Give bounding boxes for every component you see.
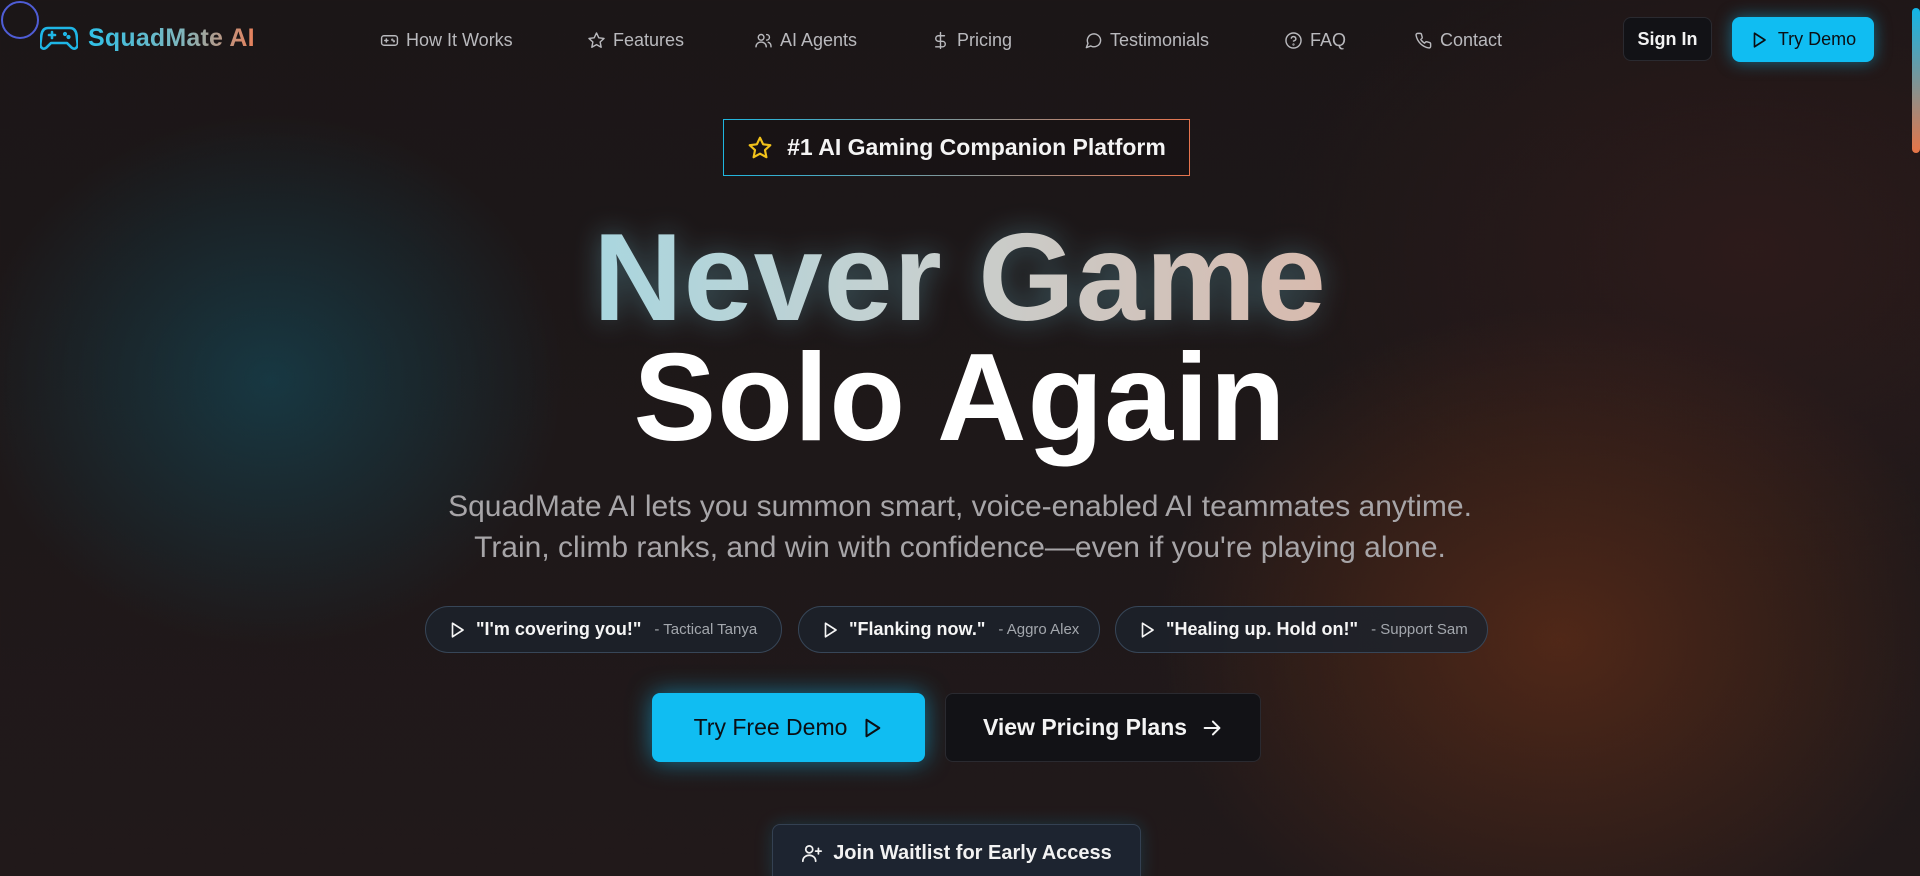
quote-author: - Aggro Alex — [998, 621, 1080, 638]
nav-link-faq[interactable]: FAQ — [1284, 30, 1346, 51]
hero-headline-line2: Solo Again — [633, 329, 1287, 467]
play-icon — [451, 621, 464, 638]
play-icon — [1753, 31, 1766, 48]
hero-subtitle-line2: Train, climb ranks, and win with confide… — [474, 531, 1446, 564]
try-free-demo-button[interactable]: Try Free Demo — [652, 693, 925, 762]
arrow-right-icon — [1203, 720, 1221, 735]
scrollbar-thumb[interactable] — [1912, 8, 1920, 153]
view-pricing-plans-label: View Pricing Plans — [982, 714, 1188, 740]
play-icon — [1141, 621, 1154, 638]
nav-link-pricing[interactable]: Pricing — [931, 30, 1012, 51]
nav-link-label: Features — [613, 29, 685, 50]
voice-quote-aggro-alex[interactable]: "Flanking now." - Aggro Alex — [798, 606, 1100, 653]
help-circle-icon — [1285, 31, 1302, 49]
join-waitlist-label: Join Waitlist for Early Access — [833, 842, 1112, 864]
nav-link-contact[interactable]: Contact — [1414, 30, 1502, 51]
star-icon — [748, 136, 772, 158]
quote-text: "Flanking now." — [849, 619, 986, 639]
voice-quote-support-sam[interactable]: "Healing up. Hold on!" - Support Sam — [1115, 606, 1488, 653]
dollar-icon — [935, 31, 946, 49]
nav-links: How It Works Features AI Agents Pricing … — [380, 27, 1510, 53]
brand-name: SquadMate AI — [88, 23, 255, 52]
quote-author: - Support Sam — [1371, 621, 1468, 638]
quote-text: "I'm covering you!" — [476, 619, 642, 639]
gamepad-logo-icon — [40, 20, 78, 56]
nav-link-label: FAQ — [1310, 29, 1347, 50]
quote-text: "Healing up. Hold on!" — [1166, 619, 1359, 639]
voice-quote-list: "I'm covering you!" - Tactical Tanya "Fl… — [425, 606, 1495, 653]
play-icon — [824, 621, 837, 638]
sign-in-button[interactable]: Sign In — [1623, 17, 1712, 61]
nav-link-label: Contact — [1440, 29, 1503, 50]
phone-icon — [1415, 32, 1432, 49]
voice-quote-tactical-tanya[interactable]: "I'm covering you!" - Tactical Tanya — [425, 606, 782, 653]
nav-link-label: AI Agents — [780, 29, 858, 50]
nav-link-label: How It Works — [406, 29, 513, 50]
top-navbar: SquadMate AI How It Works Features AI Ag… — [0, 0, 1920, 78]
cursor-indicator — [1, 1, 39, 39]
nav-link-label: Pricing — [957, 29, 1013, 50]
nav-link-how-it-works[interactable]: How It Works — [380, 30, 513, 51]
users-icon — [755, 33, 772, 48]
hero-badge-text: #1 AI Gaming Companion Platform — [787, 134, 1166, 160]
hero-badge: #1 AI Gaming Companion Platform — [723, 119, 1190, 176]
view-pricing-plans-button[interactable]: View Pricing Plans — [945, 693, 1261, 762]
join-waitlist-button[interactable]: Join Waitlist for Early Access — [772, 824, 1141, 876]
hero-subtitle: SquadMate AI lets you summon smart, voic… — [0, 486, 1920, 568]
gamepad-icon — [380, 34, 399, 46]
nav-link-label: Testimonials — [1110, 29, 1210, 50]
brand-logo[interactable]: SquadMate AI — [40, 20, 255, 56]
play-icon — [865, 718, 881, 737]
quote-author: - Tactical Tanya — [654, 621, 758, 638]
hero-subtitle-line1: SquadMate AI lets you summon smart, voic… — [448, 490, 1472, 523]
nav-link-ai-agents[interactable]: AI Agents — [754, 30, 857, 51]
message-circle-icon — [1085, 32, 1102, 48]
nav-link-testimonials[interactable]: Testimonials — [1084, 30, 1209, 51]
try-demo-label: Try Demo — [1777, 29, 1857, 49]
user-plus-icon — [802, 844, 823, 863]
try-demo-button[interactable]: Try Demo — [1732, 17, 1874, 62]
star-icon — [588, 31, 605, 48]
nav-link-features[interactable]: Features — [587, 30, 684, 51]
hero-headline-line1: Never Game — [0, 208, 1920, 348]
try-free-demo-label: Try Free Demo — [693, 714, 848, 740]
